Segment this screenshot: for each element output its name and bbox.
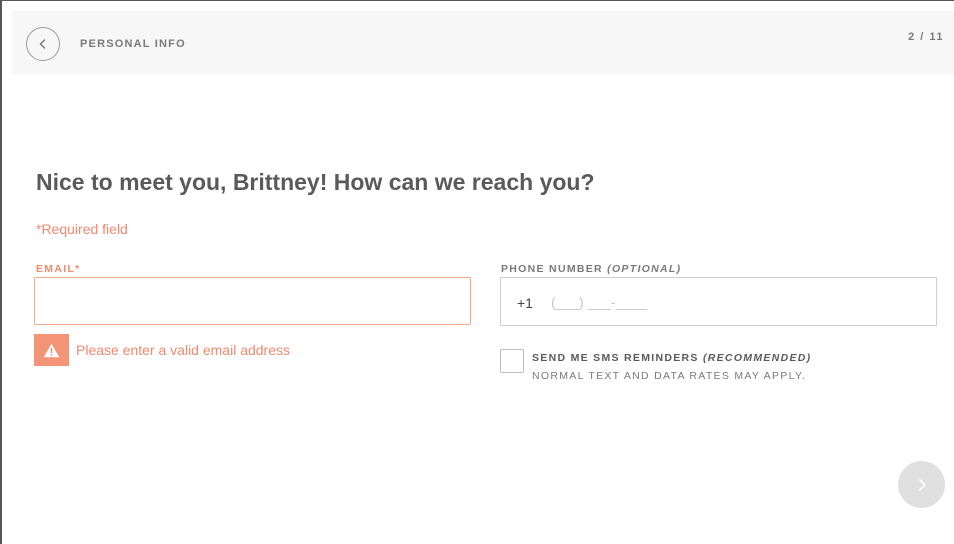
chevron-right-icon: [918, 478, 926, 491]
sms-label-recommended: (RECOMMENDED): [702, 352, 812, 364]
step-counter: 2 / 11: [908, 31, 944, 43]
email-field[interactable]: [34, 277, 471, 325]
country-code: +1: [517, 295, 533, 311]
sms-label-text: SEND ME SMS REMINDERS: [532, 352, 699, 364]
header-title: PERSONAL INFO: [80, 38, 186, 50]
app-frame: PERSONAL INFO 2 / 11 Nice to meet you, B…: [0, 0, 954, 544]
phone-field[interactable]: +1: [500, 277, 937, 326]
sms-reminder-checkbox[interactable]: [500, 349, 524, 373]
email-error-message: Please enter a valid email address: [76, 342, 291, 358]
phone-input[interactable]: [551, 290, 921, 314]
email-label: EMAIL*: [36, 263, 81, 275]
sms-reminder-label[interactable]: SEND ME SMS REMINDERS (RECOMMENDED): [532, 352, 811, 364]
header-bar: PERSONAL INFO 2 / 11: [12, 11, 954, 75]
required-field-note: *Required field: [36, 221, 128, 237]
chevron-left-icon: [39, 39, 46, 49]
phone-label: PHONE NUMBER (OPTIONAL): [501, 263, 681, 275]
page-title: Nice to meet you, Brittney! How can we r…: [36, 169, 595, 195]
phone-label-text: PHONE NUMBER: [501, 263, 603, 275]
warning-triangle-icon: [43, 343, 60, 357]
sms-rates-note: NORMAL TEXT AND DATA RATES MAY APPLY.: [532, 370, 807, 382]
back-button[interactable]: [26, 27, 60, 61]
phone-label-optional: (OPTIONAL): [607, 263, 682, 275]
next-button[interactable]: [898, 461, 945, 508]
warning-badge: [34, 334, 69, 366]
